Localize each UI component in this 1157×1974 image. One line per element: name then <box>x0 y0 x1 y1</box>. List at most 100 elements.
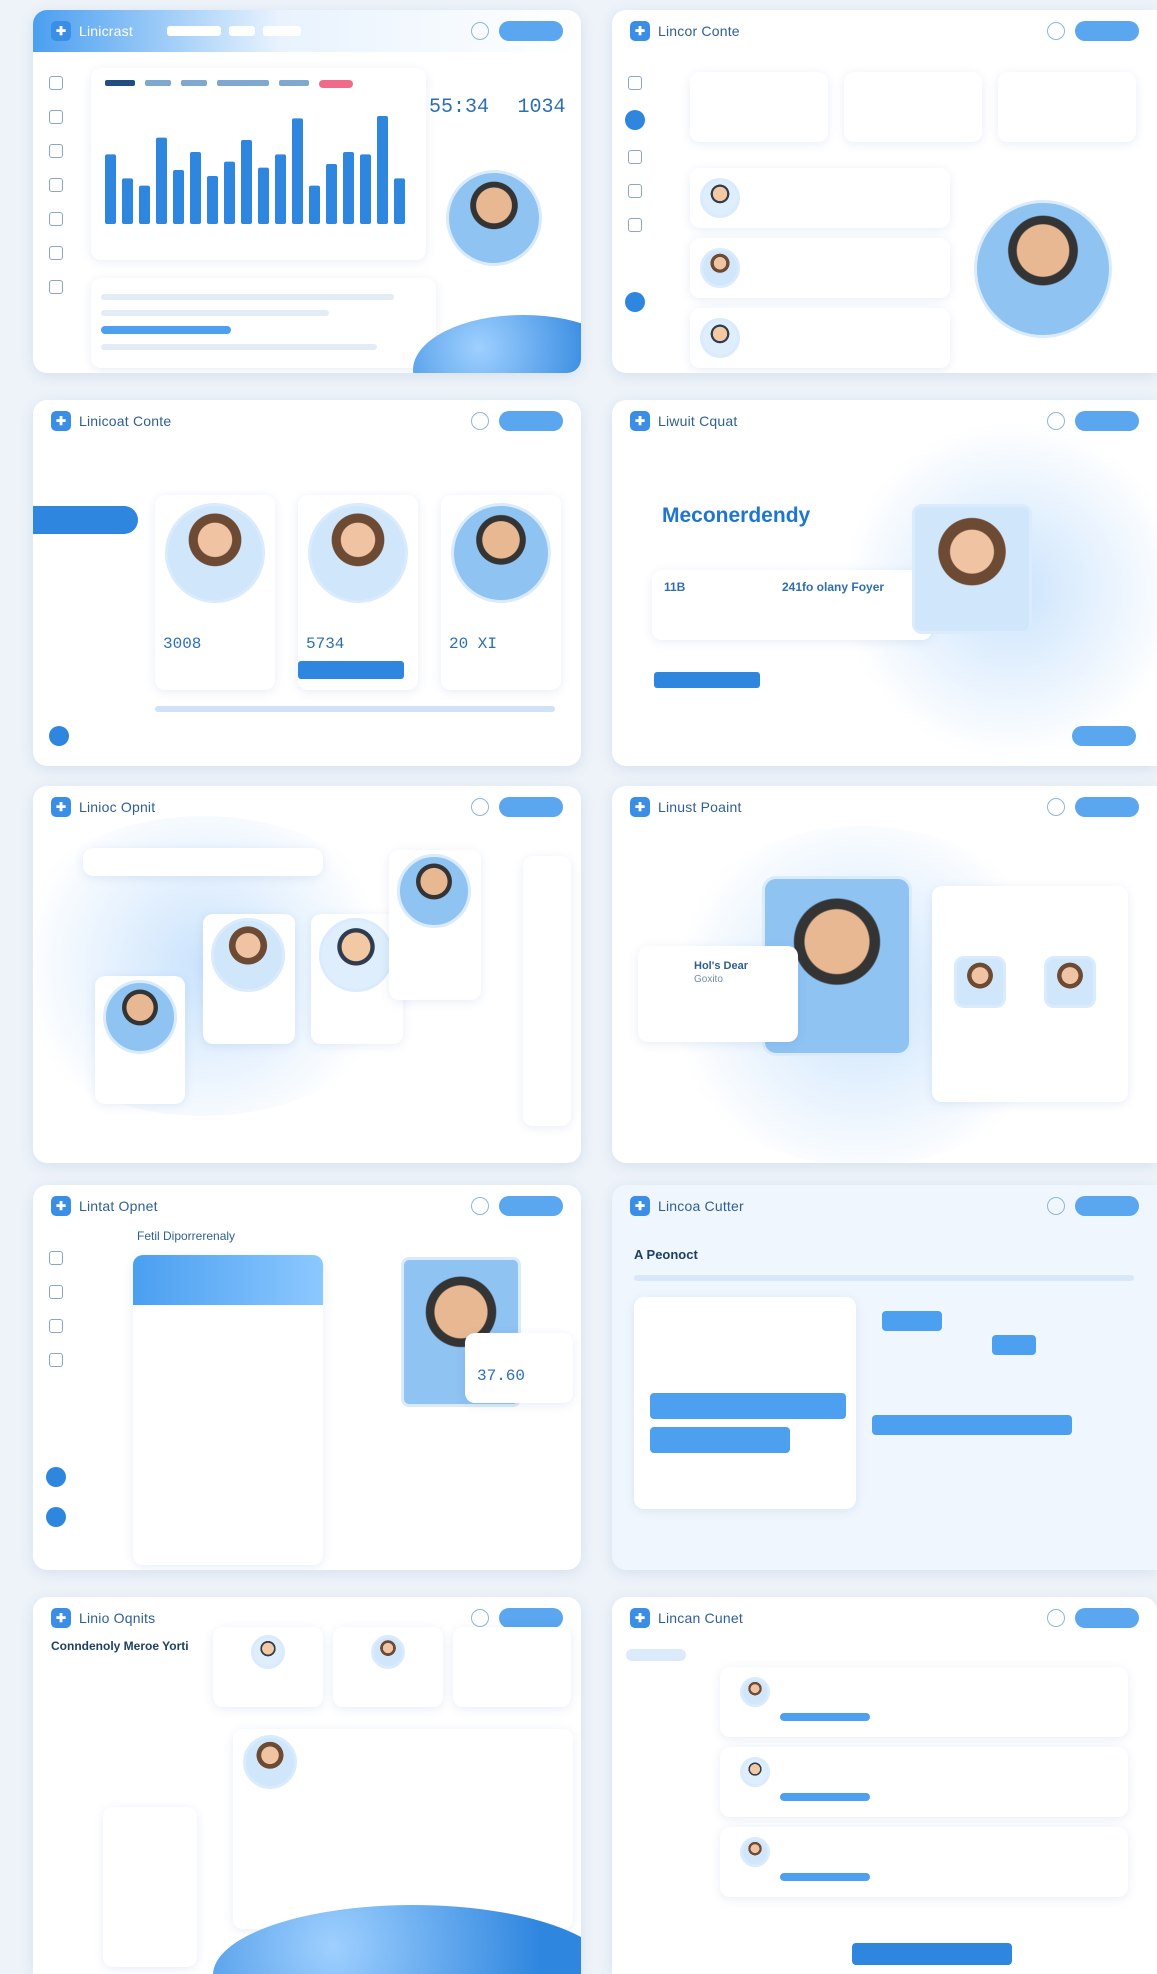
sidebar-item[interactable] <box>33 580 138 606</box>
profile-button[interactable] <box>499 21 563 41</box>
tab[interactable] <box>105 80 135 86</box>
quick-tile[interactable] <box>998 72 1136 142</box>
nav-tab[interactable] <box>262 26 301 36</box>
list-row[interactable] <box>101 344 378 350</box>
mini-profile[interactable] <box>103 1807 197 1967</box>
patient-avatar <box>700 178 740 218</box>
file-icon[interactable] <box>49 144 63 158</box>
nav-tab[interactable] <box>166 26 221 36</box>
next-button[interactable] <box>1072 726 1136 746</box>
tab[interactable] <box>279 80 309 86</box>
logo-icon: ✚ <box>630 1196 650 1216</box>
heart-icon[interactable] <box>49 246 63 260</box>
doctor-card[interactable]: 5734 <box>298 495 418 690</box>
patient-row[interactable] <box>690 308 950 368</box>
settings-icon[interactable] <box>1047 1197 1065 1215</box>
doctor-avatar <box>451 503 551 603</box>
event-panel[interactable] <box>634 1297 856 1509</box>
settings-icon[interactable] <box>471 798 489 816</box>
primary-button[interactable] <box>852 1943 1012 1965</box>
file-icon[interactable] <box>49 1285 63 1299</box>
brand-name: Lintat Opnet <box>79 1198 158 1214</box>
help-icon[interactable] <box>46 1467 66 1487</box>
patient-avatar <box>740 1677 770 1707</box>
tab[interactable] <box>145 80 171 86</box>
logo-icon: ✚ <box>51 1196 71 1216</box>
nav-tab[interactable] <box>228 26 255 36</box>
settings-icon[interactable] <box>471 22 489 40</box>
event-bar[interactable] <box>650 1393 846 1419</box>
profile-button[interactable] <box>1075 1608 1139 1628</box>
settings-icon[interactable] <box>471 1609 489 1627</box>
calendar-icon[interactable] <box>49 178 63 192</box>
profile-button[interactable] <box>1075 1196 1139 1216</box>
sidebar-item-active[interactable] <box>33 506 138 534</box>
settings-icon[interactable] <box>471 412 489 430</box>
doctor-card[interactable] <box>203 914 295 1044</box>
heart-icon[interactable] <box>628 218 642 232</box>
quick-tile[interactable] <box>844 72 982 142</box>
settings-icon[interactable] <box>1047 1609 1065 1627</box>
user-icon[interactable] <box>49 212 63 226</box>
calendar-icon[interactable] <box>49 1319 63 1333</box>
home-icon[interactable] <box>49 76 63 90</box>
settings-icon[interactable] <box>1047 22 1065 40</box>
chat-icon[interactable] <box>46 1507 66 1527</box>
sidebar-item[interactable] <box>33 544 138 570</box>
chart-bar <box>394 178 405 224</box>
home-icon[interactable] <box>628 76 642 90</box>
profile-button[interactable] <box>499 797 563 817</box>
tab[interactable] <box>181 80 207 86</box>
doctor-info[interactable]: 37.60 <box>465 1333 573 1403</box>
sidebar-item-active[interactable] <box>626 1649 686 1661</box>
sidebar <box>33 1227 79 1570</box>
profile-tile[interactable] <box>333 1627 443 1707</box>
home-icon[interactable] <box>49 1251 63 1265</box>
book-button[interactable] <box>298 661 404 679</box>
appointment-row[interactable] <box>720 1747 1128 1817</box>
active-nav-icon[interactable] <box>625 110 645 130</box>
appointment-row[interactable] <box>720 1827 1128 1897</box>
list-row[interactable] <box>101 310 329 316</box>
profile-button[interactable] <box>1075 21 1139 41</box>
patient-row[interactable] <box>690 238 950 298</box>
profile-tile[interactable] <box>213 1627 323 1707</box>
gear-icon[interactable] <box>49 280 63 294</box>
file-icon[interactable] <box>628 150 642 164</box>
primary-button[interactable] <box>654 672 760 688</box>
info-label: 241fo olany Foyer <box>782 580 885 594</box>
settings-icon[interactable] <box>471 1197 489 1215</box>
tab[interactable] <box>217 80 269 86</box>
info-card[interactable]: Hol's Dear Goxito <box>638 946 798 1042</box>
doctor-card[interactable] <box>95 976 185 1104</box>
sidebar-item[interactable] <box>33 616 138 642</box>
gantt-bar[interactable] <box>872 1415 1072 1435</box>
profile-tile[interactable] <box>453 1627 571 1707</box>
profile-button[interactable] <box>499 1608 563 1628</box>
appointment-row[interactable] <box>720 1667 1128 1737</box>
gantt-bar[interactable] <box>992 1335 1036 1355</box>
dashboard-card-3: ✚ Linicoat Conte 3008 5734 20 XI <box>33 400 581 766</box>
gantt-bar[interactable] <box>882 1311 942 1331</box>
search-bar[interactable] <box>83 848 323 876</box>
chart-icon[interactable] <box>49 110 63 124</box>
brand-name: Lincor Conte <box>658 23 740 39</box>
event-bar[interactable] <box>650 1427 790 1453</box>
doctor-card[interactable]: 20 XI <box>441 495 561 690</box>
quick-tile[interactable] <box>690 72 828 142</box>
doctor-card[interactable]: 3008 <box>155 495 275 690</box>
user-icon[interactable] <box>628 184 642 198</box>
list-row[interactable] <box>101 294 394 300</box>
settings-icon[interactable] <box>1047 798 1065 816</box>
profile-button[interactable] <box>1075 797 1139 817</box>
doctor-card[interactable] <box>389 850 481 1000</box>
profile-button[interactable] <box>1075 411 1139 431</box>
user-icon[interactable] <box>49 1353 63 1367</box>
sidebar-item[interactable] <box>33 470 138 496</box>
help-icon[interactable] <box>625 292 645 312</box>
profile-button[interactable] <box>499 411 563 431</box>
info-strip: 11B 241fo olany Foyer <box>652 570 932 640</box>
help-icon[interactable] <box>49 726 69 746</box>
patient-row[interactable] <box>690 168 950 228</box>
profile-button[interactable] <box>499 1196 563 1216</box>
